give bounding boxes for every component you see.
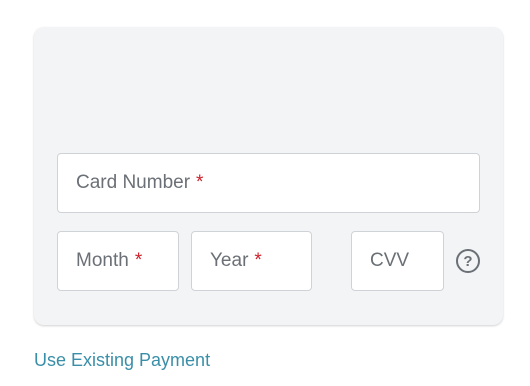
required-indicator: *: [134, 250, 143, 271]
month-field[interactable]: Month *: [57, 231, 179, 291]
question-circle-icon[interactable]: ?: [456, 249, 480, 273]
use-existing-payment-link[interactable]: Use Existing Payment: [34, 350, 210, 371]
required-indicator: *: [254, 250, 262, 271]
month-label: Month: [76, 250, 129, 271]
card-number-label: Card Number: [76, 172, 191, 193]
payment-page: Card Number * Month * Year * CVV ? Use E…: [0, 0, 530, 386]
cvv-field[interactable]: CVV: [351, 231, 444, 291]
cvv-label: CVV: [370, 250, 410, 271]
year-field[interactable]: Year *: [191, 231, 312, 291]
card-number-field[interactable]: Card Number *: [57, 153, 480, 213]
year-label: Year: [210, 250, 249, 271]
required-indicator: *: [196, 172, 204, 193]
